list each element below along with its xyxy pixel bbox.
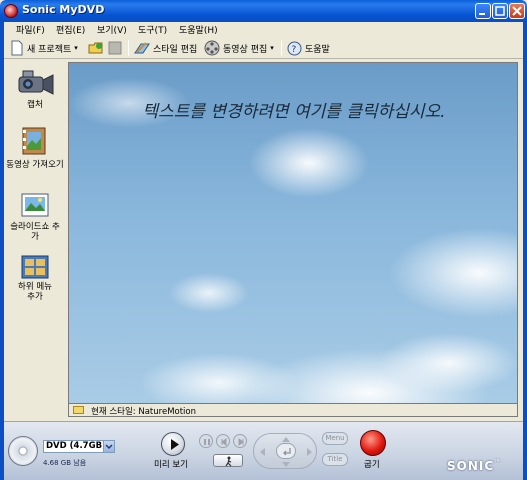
menu-view[interactable]: 보기(V) [97,23,127,36]
chevron-down-icon[interactable] [103,441,114,452]
menu-preview-canvas[interactable]: 텍스트를 변경하려면 여기를 클릭하십시오. [68,62,518,404]
menu-edit[interactable]: 편집(E) [56,23,85,36]
disc-icon [8,436,38,466]
camcorder-icon [18,70,54,95]
film-import-icon [22,127,46,155]
minimize-icon [479,13,485,15]
title-bar[interactable]: Sonic MyDVD [0,0,527,22]
title-button[interactable]: Title [322,453,348,466]
maximize-icon [495,6,505,16]
preview-play-button[interactable] [161,432,185,456]
sidebar-item-label: 하위 메뉴 추가 [18,282,52,302]
sidebar-item-import-video[interactable]: 동영상 가져오기 [4,126,66,170]
open-folder-icon [88,42,103,54]
enter-icon [283,448,291,456]
menu-help[interactable]: 도움말(H) [179,23,218,36]
disc-type-select[interactable]: DVD (4.7GB) [43,440,115,453]
window-title: Sonic MyDVD [22,3,105,16]
navigation-pad[interactable] [253,433,317,469]
edit-style-button[interactable]: 스타일 편집 [134,40,197,56]
task-sidebar: 캡처 동영상 가져오기 슬라이드쇼 추가 하위 메뉴 추가 [4,60,66,425]
menu-file[interactable]: 파일(F) [16,23,45,36]
sidebar-item-label: 슬라이드쇼 추가 [10,222,60,242]
toolbar-separator [281,40,282,56]
maximize-button[interactable] [492,3,508,19]
next-icon [238,438,244,446]
slideshow-icon [21,193,49,217]
folder-icon [73,406,84,414]
sidebar-item-label: 동영상 가져오기 [6,160,64,170]
pause-icon [204,439,210,445]
menu-button[interactable]: Menu [322,432,348,445]
dropdown-arrow-icon[interactable]: ▾ [270,44,274,52]
bottom-control-bar: DVD (4.7GB) 4.68 GB 남음 미리 보기 Menu Title … [4,421,523,480]
current-style-bar: 현재 스타일: NatureMotion [68,404,518,417]
preview-label: 미리 보기 [154,460,188,470]
submenu-icon [21,255,49,279]
app-icon [4,4,18,18]
new-project-button[interactable]: 새 프로젝트 ▾ [10,40,78,56]
sidebar-item-add-slideshow[interactable]: 슬라이드쇼 추가 [4,192,66,242]
sonic-logo: SONIC™ [447,459,502,473]
sidebar-item-add-submenu[interactable]: 하위 메뉴 추가 [4,254,66,302]
help-label: 도움말 [305,44,330,55]
new-document-icon [11,40,23,56]
free-space-text: 4.68 GB 남음 [43,459,87,467]
brand-text: SONIC [447,459,495,473]
previous-icon [221,438,227,446]
burn-button[interactable] [360,430,386,456]
motion-button[interactable] [213,454,243,467]
save-button[interactable] [108,40,122,56]
close-icon [512,6,522,16]
sidebar-item-capture[interactable]: 캡처 [4,68,66,110]
film-reel-icon [204,40,220,56]
save-icon [108,41,122,55]
open-folder-button[interactable] [88,40,104,56]
minimize-button[interactable] [475,3,491,19]
edit-video-button[interactable]: 동영상 편집 ▾ [204,40,274,56]
toolbar: 새 프로젝트 ▾ 스타일 편집 동영상 편집 ▾ ? 도움말 [4,37,523,59]
pause-button[interactable] [199,434,213,448]
sidebar-item-label: 캡처 [27,100,43,110]
menu-bar: 파일(F) 편집(E) 보기(V) 도구(T) 도움말(H) [4,22,523,37]
burn-label: 굽기 [364,460,380,470]
edit-style-icon [134,42,150,54]
help-button[interactable]: ? 도움말 [287,40,330,56]
window-frame-right [523,22,527,480]
svg-text:?: ? [292,45,297,55]
close-button[interactable] [509,3,525,19]
edit-video-label: 동영상 편집 [223,44,268,55]
menu-title-text[interactable]: 텍스트를 변경하려면 여기를 클릭하십시오. [69,101,517,123]
walking-figure-icon [225,456,232,467]
new-project-label: 새 프로젝트 [27,44,72,55]
enter-button[interactable] [276,443,296,459]
play-icon [171,439,179,450]
disc-type-value: DVD (4.7GB) [46,441,106,451]
current-style-label: 현재 스타일: NatureMotion [91,407,197,417]
next-button[interactable] [233,434,247,448]
previous-button[interactable] [216,434,230,448]
toolbar-separator [128,40,129,56]
dropdown-arrow-icon[interactable]: ▾ [74,44,78,52]
menu-tools[interactable]: 도구(T) [138,23,167,36]
edit-style-label: 스타일 편집 [153,44,198,55]
help-icon: ? [287,41,302,55]
